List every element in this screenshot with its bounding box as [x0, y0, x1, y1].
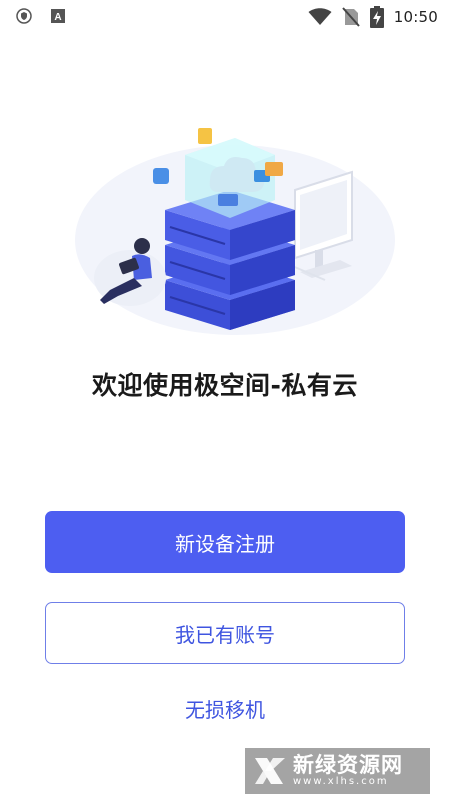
watermark-badge: 新绿资源网 www.xlhs.com — [245, 748, 430, 794]
watermark-url: www.xlhs.com — [293, 776, 389, 787]
watermark-title: 新绿资源网 — [293, 753, 403, 777]
lossless-migration-link[interactable]: 无损移机 — [0, 694, 450, 723]
video-file-icon — [153, 168, 169, 184]
existing-account-label: 我已有账号 — [175, 622, 275, 647]
brand-logo-icon — [253, 754, 287, 788]
a-letter-icon: A — [50, 8, 66, 24]
welcome-title: 欢迎使用极空间-私有云 — [92, 371, 358, 400]
new-device-register-button[interactable]: 新设备注册 — [45, 511, 405, 573]
music-file-icon — [198, 128, 212, 144]
hero-illustration — [60, 100, 400, 340]
status-time: 10:50 — [393, 8, 438, 26]
watermark-text-group: 新绿资源网 www.xlhs.com — [293, 753, 403, 788]
wifi-icon — [308, 8, 332, 26]
photo-file-icon — [265, 162, 283, 176]
battery-charging-icon — [369, 6, 384, 28]
status-left: A — [16, 8, 66, 24]
new-device-register-label: 新设备注册 — [175, 531, 275, 556]
status-bar: A 10:50 — [0, 0, 450, 34]
svg-text:A: A — [54, 12, 61, 23]
shield-icon — [16, 8, 32, 24]
status-right: 10:50 — [308, 6, 438, 28]
no-sim-icon — [342, 7, 360, 27]
existing-account-button[interactable]: 我已有账号 — [45, 602, 405, 664]
